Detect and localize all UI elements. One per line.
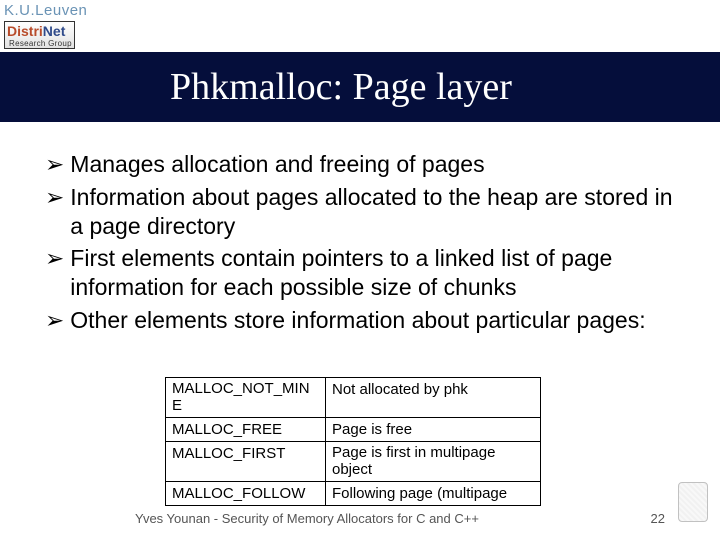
bullet-item: ➢ First elements contain pointers to a l… xyxy=(45,244,690,302)
seal-icon xyxy=(678,482,708,522)
research-group-box: DistriNet Research Group xyxy=(4,21,75,49)
table-row: MALLOC_NOT_MIN E Not allocated by phk xyxy=(166,378,541,418)
cell-text: E xyxy=(172,397,182,414)
university-name: K.U.Leuven xyxy=(4,2,134,19)
bullet-arrow-icon: ➢ xyxy=(45,244,64,302)
group-name-part-a: Distri xyxy=(7,23,43,39)
page-status-table: MALLOC_NOT_MIN E Not allocated by phk MA… xyxy=(165,377,541,506)
group-name-part-b: Net xyxy=(43,23,66,39)
status-desc-cell: Page is free xyxy=(326,418,541,442)
status-name-cell: MALLOC_FREE xyxy=(166,418,326,442)
footer-page-number: 22 xyxy=(651,511,665,526)
status-desc-cell: Following page (multipage xyxy=(326,482,541,506)
bullet-text: Information about pages allocated to the… xyxy=(70,183,690,241)
bullet-arrow-icon: ➢ xyxy=(45,150,64,179)
group-subtitle: Research Group xyxy=(9,39,72,48)
status-name-cell: MALLOC_NOT_MIN E xyxy=(166,378,326,418)
status-name-cell: MALLOC_FIRST xyxy=(166,442,326,482)
bullet-arrow-icon: ➢ xyxy=(45,306,64,335)
content-area: ➢ Manages allocation and freeing of page… xyxy=(45,150,690,339)
bullet-item: ➢ Information about pages allocated to t… xyxy=(45,183,690,241)
title-bar: Phkmalloc: Page layer xyxy=(0,52,720,122)
cell-text: object xyxy=(332,461,372,478)
bullet-item: ➢ Manages allocation and freeing of page… xyxy=(45,150,690,179)
table-row: MALLOC_FREE Page is free xyxy=(166,418,541,442)
footer-author: Yves Younan - Security of Memory Allocat… xyxy=(135,511,479,526)
table-row: MALLOC_FOLLOW Following page (multipage xyxy=(166,482,541,506)
logo-block: K.U.Leuven DistriNet Research Group xyxy=(4,2,134,54)
cell-text: Page is first in multipage xyxy=(332,444,495,461)
status-desc-cell: Not allocated by phk xyxy=(326,378,541,418)
bullet-text: Manages allocation and freeing of pages xyxy=(70,150,690,179)
status-name-cell: MALLOC_FOLLOW xyxy=(166,482,326,506)
slide-title: Phkmalloc: Page layer xyxy=(170,65,512,109)
bullet-text: First elements contain pointers to a lin… xyxy=(70,244,690,302)
status-desc-cell: Page is first in multipage object xyxy=(326,442,541,482)
bullet-arrow-icon: ➢ xyxy=(45,183,64,241)
bullet-text: Other elements store information about p… xyxy=(70,306,690,335)
bullet-item: ➢ Other elements store information about… xyxy=(45,306,690,335)
table-row: MALLOC_FIRST Page is first in multipage … xyxy=(166,442,541,482)
cell-text: MALLOC_NOT_MIN xyxy=(172,380,310,397)
